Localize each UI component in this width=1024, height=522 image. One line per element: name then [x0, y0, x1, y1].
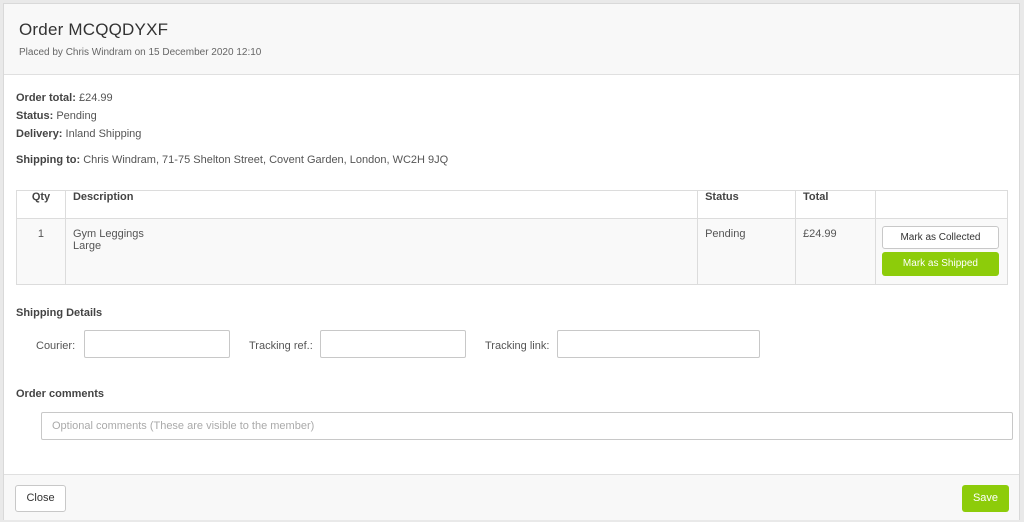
item-variant: Large: [72, 240, 102, 252]
item-description: Gym Leggings: [72, 228, 144, 240]
tracking-link-input[interactable]: [557, 330, 760, 358]
modal-header: Order MCQQDYXF Placed by Chris Windram o…: [4, 4, 1019, 75]
table-row: 1 Gym Leggings Large Pending £24.99 Mark…: [16, 218, 1009, 285]
modal-footer: Close Save: [4, 474, 1019, 520]
order-modal: Order MCQQDYXF Placed by Chris Windram o…: [3, 3, 1020, 520]
order-comments-input[interactable]: Optional comments (These are visible to …: [41, 412, 1013, 440]
order-comments-title: Order comments: [16, 388, 105, 400]
delivery-label: Delivery:: [16, 128, 63, 140]
column-header-qty: Qty: [16, 190, 66, 219]
status-label: Status:: [16, 110, 54, 122]
order-title: Order MCQQDYXF: [19, 20, 169, 39]
close-button[interactable]: Close: [15, 485, 66, 512]
shipping-to-line: Shipping to: Chris Windram, 71-75 Shelto…: [16, 154, 448, 166]
shipping-to-label: Shipping to:: [16, 154, 81, 166]
delivery-line: Delivery: Inland Shipping: [16, 128, 141, 140]
column-header-description: Description: [64, 190, 699, 219]
item-status: Pending: [697, 218, 797, 285]
item-actions-cell: Mark as Collected Mark as Shipped: [874, 218, 1009, 285]
column-header-total: Total: [795, 190, 876, 219]
order-total-value: £24.99: [78, 92, 113, 104]
mark-as-collected-button[interactable]: Mark as Collected: [881, 226, 999, 249]
tracking-ref-input[interactable]: [320, 330, 466, 358]
order-total-label: Order total:: [16, 92, 76, 104]
tracking-link-label: Tracking link:: [485, 340, 550, 352]
column-header-actions: [874, 190, 1009, 219]
order-total-line: Order total: £24.99: [16, 92, 113, 104]
mark-as-shipped-button[interactable]: Mark as Shipped: [881, 252, 999, 276]
order-items-table: Qty Description Status Total 1 Gym Leggi…: [16, 190, 1009, 285]
status-line: Status: Pending: [16, 110, 97, 122]
table-header-row: Qty Description Status Total: [16, 190, 1009, 219]
column-header-status: Status: [697, 190, 797, 219]
status-value: Pending: [56, 110, 97, 122]
item-description-cell: Gym Leggings Large: [64, 218, 699, 285]
tracking-ref-label: Tracking ref.:: [249, 340, 313, 352]
item-total: £24.99: [795, 218, 876, 285]
shipping-to-value: Chris Windram, 71-75 Shelton Street, Cov…: [83, 154, 449, 166]
item-qty: 1: [16, 218, 66, 285]
delivery-value: Inland Shipping: [65, 128, 142, 140]
order-subtitle: Placed by Chris Windram on 15 December 2…: [19, 47, 262, 58]
courier-label: Courier:: [36, 340, 76, 352]
courier-input[interactable]: [84, 330, 230, 358]
shipping-details-title: Shipping Details: [16, 307, 103, 319]
save-button[interactable]: Save: [962, 485, 1009, 512]
